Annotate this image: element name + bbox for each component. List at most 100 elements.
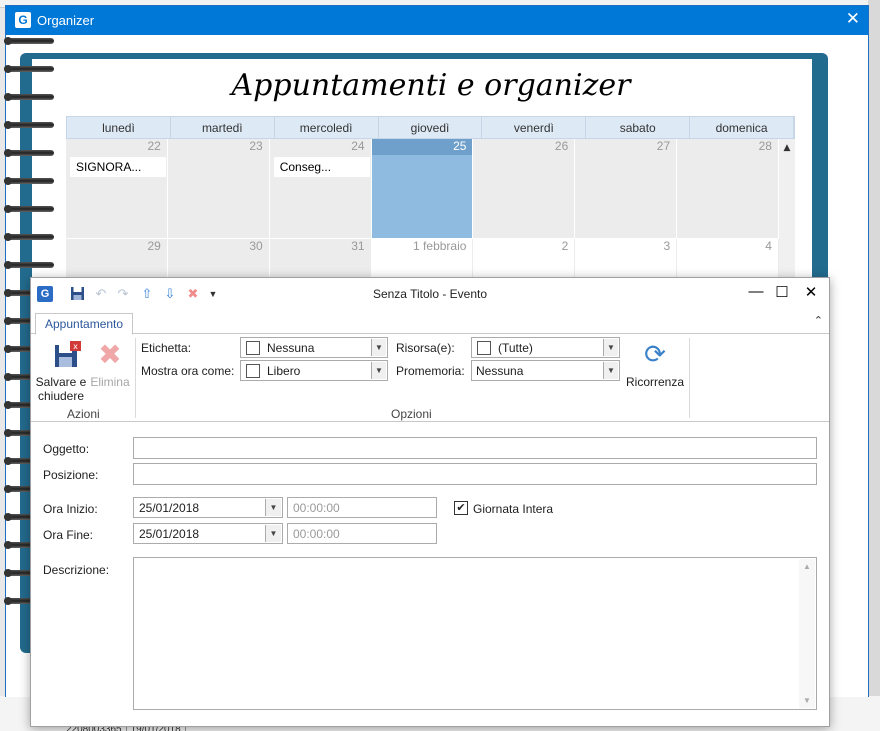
label-descrizione: Descrizione: — [43, 563, 110, 577]
day-number: 31 — [351, 239, 365, 253]
organizer-title: Organizer — [37, 13, 95, 28]
day-number: 4 — [765, 239, 772, 253]
calendar-weekday-header: lunedì martedì mercoledì giovedì venerdì… — [66, 116, 795, 139]
start-date-picker[interactable]: 25/01/2018 ▼ — [133, 497, 283, 518]
day-number: 28 — [758, 139, 772, 153]
label-oggetto: Oggetto: — [43, 442, 90, 456]
color-swatch — [477, 341, 491, 355]
save-close-label-1: Salvare e — [35, 375, 87, 389]
ring — [4, 120, 56, 130]
label-posizione: Posizione: — [43, 468, 99, 482]
scroll-down-icon[interactable]: ▼ — [799, 696, 815, 705]
close-icon[interactable]: ✕ — [846, 9, 860, 29]
day-number: 27 — [656, 139, 671, 153]
label-promemoria: Promemoria: — [396, 364, 465, 378]
day-number: 24 — [351, 139, 365, 153]
start-time-input[interactable]: 00:00:00 — [287, 497, 437, 518]
ribbon-separator — [689, 338, 690, 418]
weekday-label: lunedì — [67, 117, 171, 138]
day-number: 22 — [147, 139, 161, 153]
chevron-down-icon[interactable]: ▼ — [265, 525, 281, 542]
delete-icon: ✖ — [98, 339, 122, 370]
ring — [4, 260, 56, 270]
etichetta-dropdown[interactable]: Nessuna ▼ — [240, 337, 388, 358]
risorse-dropdown[interactable]: (Tutte) ▼ — [471, 337, 620, 358]
end-date-picker[interactable]: 25/01/2018 ▼ — [133, 523, 283, 544]
svg-text:x: x — [73, 342, 78, 351]
chevron-down-icon[interactable]: ▼ — [371, 362, 386, 379]
weekday-label: martedì — [171, 117, 275, 138]
save-close-button[interactable]: x Salvare e chiudere — [35, 341, 87, 403]
maximize-icon[interactable]: ☐ — [772, 283, 792, 301]
day-number: 30 — [249, 239, 263, 253]
mostra-ora-dropdown[interactable]: Libero ▼ — [240, 360, 388, 381]
oggetto-input[interactable] — [133, 437, 817, 459]
chevron-down-icon[interactable]: ▼ — [603, 339, 618, 356]
chevron-down-icon[interactable]: ▼ — [371, 339, 386, 356]
ring — [4, 232, 56, 242]
calendar-day-cell[interactable]: 23 — [167, 139, 270, 239]
close-icon[interactable]: ✕ — [801, 283, 821, 301]
start-time-value: 00:00:00 — [293, 501, 340, 515]
delete-button[interactable]: ✖ Elimina — [89, 339, 131, 390]
event-dialog: G ↶ ↷ ⇧ ⇩ ✖ ▼ Senza Titolo - Evento — ☐ … — [30, 277, 830, 727]
ribbon: x Salvare e chiudere ✖ Elimina Azioni Et… — [31, 334, 829, 422]
end-time-input[interactable]: 00:00:00 — [287, 523, 437, 544]
ring — [4, 204, 56, 214]
label-etichetta: Etichetta: — [141, 341, 192, 355]
calendar-day-cell[interactable]: 22 SIGNORA... — [66, 139, 168, 239]
recurrence-icon: ⟳ — [644, 339, 666, 369]
delete-label: Elimina — [90, 375, 130, 389]
save-close-label-2: chiudere — [37, 389, 85, 403]
color-swatch — [246, 364, 260, 378]
promemoria-value: Nessuna — [476, 364, 524, 378]
ring — [4, 36, 56, 46]
dialog-title: Senza Titolo - Evento — [372, 287, 488, 301]
tab-appuntamento[interactable]: Appuntamento — [35, 313, 134, 335]
day-number: 2 — [561, 239, 569, 253]
day-number: 1 febbraio — [413, 239, 467, 253]
start-date-value: 25/01/2018 — [139, 501, 200, 515]
collapse-ribbon-icon[interactable]: ⌃ — [814, 314, 823, 327]
calendar-day-cell[interactable]: 26 — [473, 139, 576, 239]
ribbon-tabs: Appuntamento ⌃ — [31, 311, 829, 335]
recurrence-label: Ricorrenza — [625, 375, 685, 389]
allday-checkbox[interactable]: ✔ — [454, 501, 468, 515]
scroll-up-icon[interactable]: ▲ — [799, 562, 815, 571]
end-date-value: 25/01/2018 — [139, 527, 200, 541]
ring — [4, 148, 56, 158]
group-label-options: Opzioni — [391, 407, 432, 421]
day-number: 26 — [554, 139, 569, 153]
calendar-day-cell[interactable]: 28 — [677, 139, 779, 239]
group-label-actions: Azioni — [67, 407, 100, 421]
color-swatch — [246, 341, 260, 355]
label-ora-inizio: Ora Inizio: — [43, 502, 98, 516]
allday-label: Giornata Intera — [473, 502, 554, 516]
weekday-label: giovedì — [379, 117, 483, 138]
save-close-icon: x — [47, 341, 87, 369]
scroll-up-icon[interactable]: ▲ — [779, 139, 795, 153]
recurrence-button[interactable]: ⟳ Ricorrenza — [625, 339, 685, 389]
descrizione-textarea[interactable]: ▲ ▼ — [133, 557, 817, 710]
end-time-value: 00:00:00 — [293, 527, 340, 541]
weekday-label: sabato — [586, 117, 691, 138]
minimize-icon[interactable]: — — [746, 283, 766, 300]
appointment-item[interactable]: Conseg... — [273, 157, 370, 177]
appointment-item[interactable]: SIGNORA... — [70, 157, 166, 177]
calendar-scrollbar[interactable]: ▲ — [779, 139, 795, 279]
promemoria-dropdown[interactable]: Nessuna ▼ — [471, 360, 620, 381]
label-risorse: Risorsa(e): — [396, 341, 455, 355]
calendar-day-cell[interactable]: 27 — [575, 139, 678, 239]
chevron-down-icon[interactable]: ▼ — [265, 499, 281, 516]
organizer-titlebar: G Organizer ✕ — [6, 6, 868, 35]
posizione-input[interactable] — [133, 463, 817, 485]
weekday-label: domenica — [690, 117, 795, 138]
chevron-down-icon[interactable]: ▼ — [603, 362, 618, 379]
calendar-day-cell[interactable]: 24 Conseg... — [269, 139, 372, 239]
day-number: 3 — [663, 239, 671, 253]
mostra-ora-value: Libero — [267, 364, 301, 378]
textarea-scrollbar[interactable]: ▲ ▼ — [799, 559, 815, 708]
ribbon-separator — [135, 338, 136, 418]
calendar-day-cell-selected[interactable]: 25 — [371, 139, 474, 239]
background-app-edge — [868, 0, 880, 731]
